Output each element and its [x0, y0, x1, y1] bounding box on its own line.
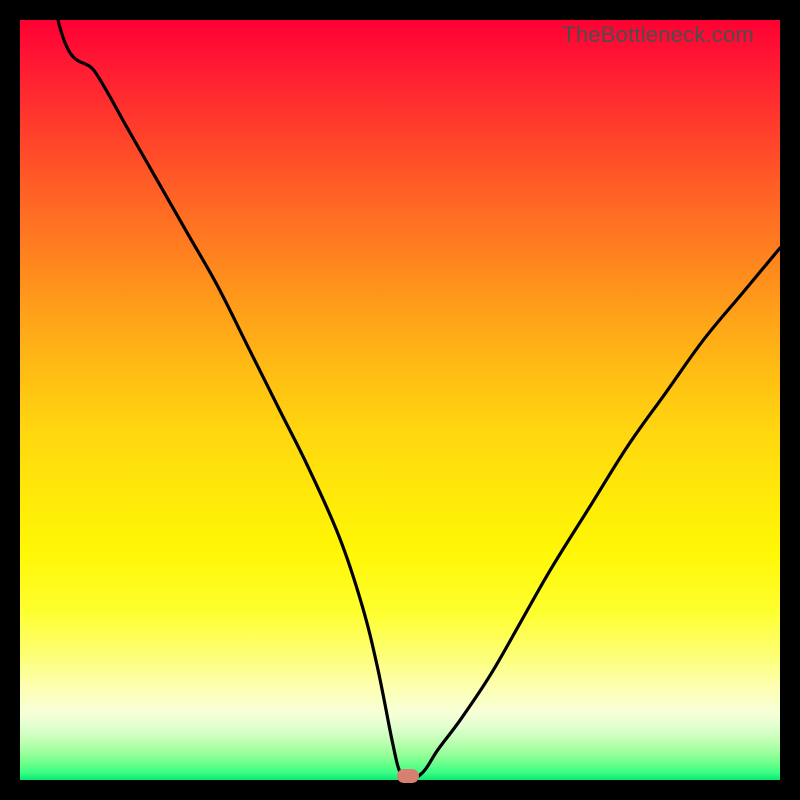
bottleneck-curve — [20, 20, 780, 780]
curve-path — [20, 20, 780, 780]
plot-area: TheBottleneck.com — [20, 20, 780, 780]
optimal-point-marker — [397, 769, 419, 783]
chart-frame: TheBottleneck.com — [0, 0, 800, 800]
